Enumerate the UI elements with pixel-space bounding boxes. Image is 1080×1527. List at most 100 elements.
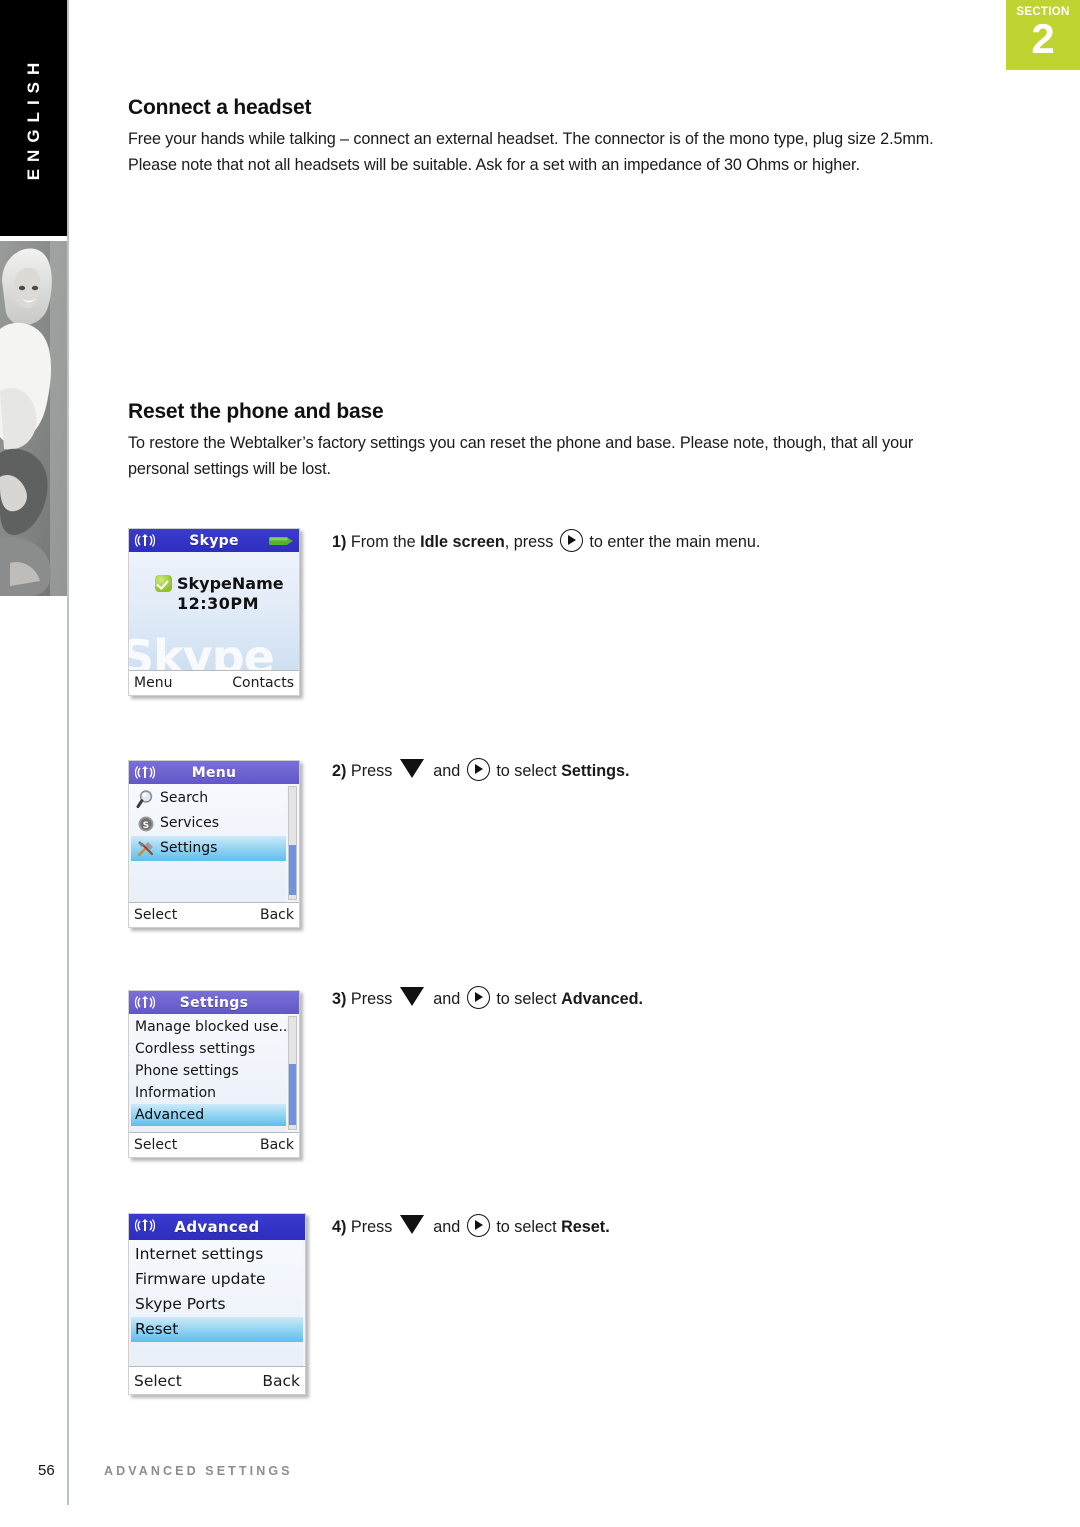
menu-item-label: Services [160, 815, 220, 831]
sidebar-divider [67, 0, 69, 1505]
language-tab: ENGLISH [0, 0, 68, 236]
menu-item-label: Settings [160, 840, 218, 856]
scrollbar[interactable] [288, 786, 297, 900]
battery-icon [269, 537, 293, 545]
signal-icon [135, 766, 155, 779]
signal-icon [135, 534, 155, 547]
step-text-pre: From the [350, 533, 421, 551]
section-body-text: Free your hands while talking – connect … [128, 130, 934, 174]
right-arrow-key-icon [466, 986, 490, 1009]
step-bold-target: Reset. [561, 1218, 610, 1236]
step-bold-target: Advanced. [561, 990, 643, 1008]
screen-body-menu: Search S Services Settings [129, 784, 299, 902]
step-text-mid: , press [504, 533, 554, 551]
screen-titlebar: Advanced [129, 1214, 305, 1240]
skype-watermark: Skype [129, 630, 275, 670]
settings-item-information[interactable]: Information [131, 1082, 286, 1104]
list-item-label: Skype Ports [135, 1295, 226, 1313]
down-arrow-key-icon [399, 759, 424, 778]
phone-screen-advanced: Advanced Internet settings Firmware upda… [129, 1214, 305, 1394]
step-number: 4) [332, 1218, 347, 1236]
advanced-item-skype-ports[interactable]: Skype Ports [131, 1292, 303, 1317]
settings-item-manage-blocked-users[interactable]: Manage blocked use.. [131, 1016, 288, 1038]
softkey-left[interactable]: Select [134, 1372, 182, 1390]
section-connect-a-headset: Connect a headset Free your hands while … [128, 96, 953, 178]
screen-body-idle: Skype SkypeName 12:30PM [129, 552, 299, 670]
left-sidebar: ENGLISH [0, 0, 69, 1505]
section-heading: Reset the phone and base [128, 400, 384, 423]
svg-text:S: S [143, 821, 149, 831]
screenshot-idle-screen: Skype Skype SkypeName 12:30PM Menu Conta… [128, 528, 300, 696]
list-item-label: Advanced [135, 1107, 205, 1123]
advanced-item-reset[interactable]: Reset [131, 1317, 303, 1342]
screenshot-advanced-screen: Advanced Internet settings Firmware upda… [128, 1213, 306, 1395]
down-arrow-key-icon [399, 1215, 424, 1234]
list-item-label: Internet settings [135, 1245, 264, 1263]
screenshot-settings-screen: Settings Manage blocked use.. Cordless s… [128, 990, 300, 1158]
menu-item-settings[interactable]: Settings [131, 836, 286, 861]
softkey-right[interactable]: Back [260, 1137, 294, 1153]
section-badge: SECTION 2 [1006, 0, 1080, 70]
signal-icon [135, 996, 155, 1009]
screen-softkeys: Menu Contacts [129, 670, 299, 695]
signal-icon [135, 1219, 155, 1232]
softkey-left[interactable]: Select [134, 907, 177, 923]
tools-icon [137, 840, 154, 856]
page-footer: 56 ADVANCED SETTINGS [0, 1446, 1080, 1504]
step-text-post: to enter the main menu. [589, 533, 761, 551]
softkey-left[interactable]: Select [134, 1137, 177, 1153]
advanced-item-firmware-update[interactable]: Firmware update [131, 1267, 303, 1292]
list-item-label: Information [135, 1085, 217, 1101]
screenshot-menu-screen: Menu Search S Services Settings Select B… [128, 760, 300, 928]
step-text-mid: and [433, 762, 461, 780]
skype-username: SkypeName [177, 574, 284, 593]
screen-titlebar: Menu [129, 761, 299, 784]
advanced-item-internet-settings[interactable]: Internet settings [131, 1242, 303, 1267]
right-arrow-key-icon [559, 529, 583, 552]
list-item-label: Cordless settings [135, 1041, 256, 1057]
softkey-right[interactable]: Contacts [232, 675, 294, 691]
page-number: 56 [38, 1462, 55, 1479]
menu-item-services[interactable]: S Services [131, 811, 286, 836]
phone-screen-idle: Skype Skype SkypeName 12:30PM Menu Conta… [129, 529, 299, 695]
scrollbar[interactable] [288, 1016, 297, 1130]
menu-item-search[interactable]: Search [131, 786, 286, 811]
scrollbar-thumb[interactable] [289, 1064, 296, 1125]
step-4-instruction: 4) Press and to select Reset. [332, 1214, 610, 1238]
list-item-label: Manage blocked use.. [135, 1019, 288, 1035]
step-1-instruction: 1) From the Idle screen, press to enter … [332, 529, 760, 553]
sidebar-photo [0, 241, 68, 596]
scrollbar-thumb[interactable] [289, 845, 296, 895]
language-label: ENGLISH [24, 55, 43, 181]
step-bold-idle-screen: Idle screen [420, 533, 505, 551]
softkey-right[interactable]: Back [260, 907, 294, 923]
clock-time: 12:30PM [177, 594, 260, 613]
right-arrow-key-icon [466, 1214, 490, 1237]
screen-title: Advanced [174, 1218, 260, 1236]
section-reset-phone-and-base: Reset the phone and base To restore the … [128, 400, 953, 482]
page-title: Connect a headset [128, 96, 312, 119]
softkey-left[interactable]: Menu [134, 675, 172, 691]
magnifier-icon [136, 789, 153, 808]
settings-item-cordless-settings[interactable]: Cordless settings [131, 1038, 286, 1060]
step-text-post: to select [496, 990, 557, 1008]
settings-item-phone-settings[interactable]: Phone settings [131, 1060, 286, 1082]
down-arrow-key-icon [399, 987, 424, 1006]
screen-body-settings: Manage blocked use.. Cordless settings P… [129, 1014, 299, 1132]
step-text-pre: Press [350, 1218, 393, 1236]
screen-softkeys: Select Back [129, 1366, 305, 1394]
step-bold-target: Settings. [561, 762, 630, 780]
right-arrow-key-icon [466, 758, 490, 781]
screen-titlebar: Skype [129, 529, 299, 552]
screen-softkeys: Select Back [129, 1132, 299, 1157]
softkey-right[interactable]: Back [262, 1372, 300, 1390]
screen-softkeys: Select Back [129, 902, 299, 927]
step-number: 1) [332, 533, 347, 551]
footer-divider [67, 1446, 69, 1504]
online-status-icon [155, 575, 172, 592]
step-2-instruction: 2) Press and to select Settings. [332, 758, 629, 782]
screen-titlebar: Settings [129, 991, 299, 1014]
step-number: 3) [332, 990, 347, 1008]
settings-item-advanced[interactable]: Advanced [131, 1104, 286, 1126]
step-text-mid: and [433, 990, 461, 1008]
